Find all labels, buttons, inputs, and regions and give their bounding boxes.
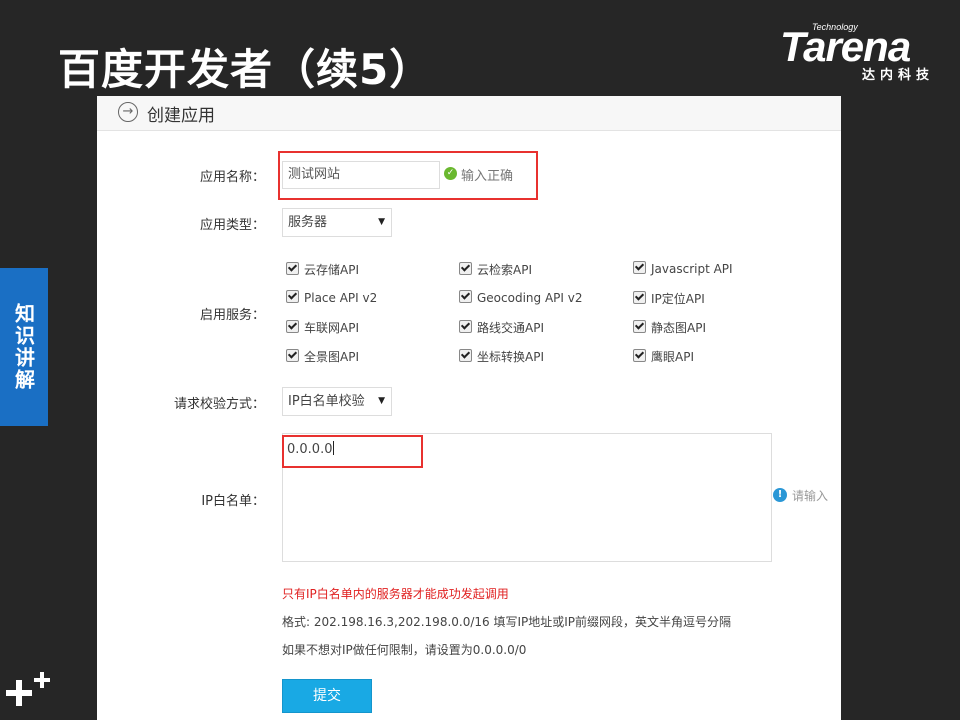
verify-method-value: IP白名单校验 <box>288 394 365 409</box>
panel-title: 创建应用 <box>147 106 215 126</box>
dropdown-arrow-icon: ▼ <box>378 396 385 406</box>
service-label: 静态图API <box>651 321 706 335</box>
checkbox-checked-icon[interactable] <box>286 262 299 275</box>
dropdown-arrow-icon: ▼ <box>378 217 385 227</box>
logo-brand-text: Tarena <box>780 23 911 70</box>
service-label: Javascript API <box>651 262 733 276</box>
service-checkbox[interactable]: Place API v2 <box>286 290 377 306</box>
service-label: 车联网API <box>304 321 359 335</box>
submit-button[interactable]: 提交 <box>282 679 372 713</box>
highlight-box-app-name <box>278 151 538 200</box>
checkbox-checked-icon[interactable] <box>633 291 646 304</box>
app-type-label: 应用类型： <box>199 218 265 233</box>
whitelist-warning: 只有IP白名单内的服务器才能成功发起调用 <box>282 587 509 601</box>
ip-whitelist-label: IP白名单： <box>201 494 265 509</box>
slide-title: 百度开发者（续5） <box>58 45 433 94</box>
service-checkbox[interactable]: 全景图API <box>286 348 359 364</box>
checkbox-checked-icon[interactable] <box>633 349 646 362</box>
verify-method-label: 请求校验方式： <box>173 397 265 412</box>
service-checkbox[interactable]: Geocoding API v2 <box>459 290 583 306</box>
service-checkbox[interactable]: 云检索API <box>459 261 532 277</box>
service-checkbox[interactable]: 静态图API <box>633 319 706 335</box>
service-label: 坐标转换API <box>477 350 544 364</box>
highlight-box-ip <box>282 435 423 468</box>
service-label: 全景图API <box>304 350 359 364</box>
service-checkbox[interactable]: 鹰眼API <box>633 348 694 364</box>
panel-header: → 创建应用 <box>97 96 841 131</box>
service-label: 云存储API <box>304 263 359 277</box>
arrow-right-circle-icon[interactable]: → <box>118 102 138 122</box>
app-type-select[interactable]: 服务器 ▼ <box>282 208 392 237</box>
verify-method-select[interactable]: IP白名单校验 ▼ <box>282 387 392 416</box>
format-note: 格式: 202.198.16.3,202.198.0.0/16 填写IP地址或I… <box>282 615 732 629</box>
info-icon: ! <box>773 488 787 502</box>
checkbox-checked-icon[interactable] <box>286 320 299 333</box>
app-type-value: 服务器 <box>288 215 328 230</box>
checkbox-checked-icon[interactable] <box>633 320 646 333</box>
service-checkbox[interactable]: 车联网API <box>286 319 359 335</box>
service-checkbox[interactable]: 云存储API <box>286 261 359 277</box>
checkbox-checked-icon[interactable] <box>459 349 472 362</box>
service-checkbox[interactable]: 坐标转换API <box>459 348 544 364</box>
no-limit-note: 如果不想对IP做任何限制，请设置为0.0.0.0/0 <box>282 643 527 657</box>
service-checkbox[interactable]: 路线交通API <box>459 319 544 335</box>
services-label: 启用服务： <box>199 308 265 323</box>
service-label: 鹰眼API <box>651 350 694 364</box>
checkbox-checked-icon[interactable] <box>286 290 299 303</box>
logo-subtitle: 达内科技 <box>862 68 935 83</box>
service-checkbox[interactable]: IP定位API <box>633 290 705 306</box>
service-label: IP定位API <box>651 292 705 306</box>
checkbox-checked-icon[interactable] <box>459 320 472 333</box>
checkbox-checked-icon[interactable] <box>633 261 646 274</box>
side-section-tab: 知识讲解 <box>0 268 48 426</box>
checkbox-checked-icon[interactable] <box>459 290 472 303</box>
checkbox-checked-icon[interactable] <box>286 349 299 362</box>
service-label: 云检索API <box>477 263 532 277</box>
service-label: Place API v2 <box>304 291 378 305</box>
checkbox-checked-icon[interactable] <box>459 262 472 275</box>
service-label: 路线交通API <box>477 321 544 335</box>
service-checkbox[interactable]: Javascript API <box>633 261 733 277</box>
plus-decoration-icon <box>6 672 52 716</box>
create-app-panel: → 创建应用 应用名称： 测试网站 ✓ 输入正确 应用类型： 服务器 ▼ 启用服… <box>97 96 841 720</box>
app-name-label: 应用名称： <box>199 170 265 185</box>
side-tab-label: 知识讲解 <box>11 303 36 391</box>
service-label: Geocoding API v2 <box>477 291 583 305</box>
ip-whitelist-hint: 请输入 <box>792 489 829 503</box>
tarena-logo: Technology Tarena 达内科技 <box>776 22 948 84</box>
